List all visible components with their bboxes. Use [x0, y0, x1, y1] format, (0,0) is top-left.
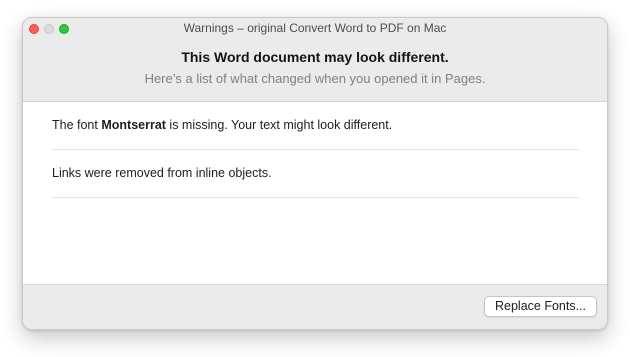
warnings-window: Warnings – original Convert Word to PDF …: [22, 17, 608, 330]
title-bar[interactable]: Warnings – original Convert Word to PDF …: [23, 18, 607, 40]
replace-fonts-button[interactable]: Replace Fonts...: [483, 296, 597, 317]
close-window-button[interactable]: [29, 24, 39, 34]
header-title: This Word document may look different.: [181, 49, 449, 65]
zoom-window-button[interactable]: [59, 24, 69, 34]
window-title: Warnings – original Convert Word to PDF …: [183, 21, 447, 35]
warnings-list: The font Montserrat is missing. Your tex…: [23, 102, 607, 286]
dialog-footer: Replace Fonts...: [23, 284, 607, 329]
missing-font-name: Montserrat: [101, 118, 166, 132]
header-subtitle: Here’s a list of what changed when you o…: [144, 71, 486, 86]
list-divider: [52, 149, 579, 150]
minimize-window-button[interactable]: [44, 24, 54, 34]
warning-text-suffix: is missing. Your text might look differe…: [165, 118, 393, 132]
warning-item-missing-font: The font Montserrat is missing. Your tex…: [52, 118, 579, 132]
warning-text-prefix: The font: [52, 118, 102, 132]
warning-item-links-removed: Links were removed from inline objects.: [52, 166, 272, 180]
warnings-header: This Word document may look different. H…: [23, 40, 607, 102]
list-divider: [52, 197, 579, 198]
